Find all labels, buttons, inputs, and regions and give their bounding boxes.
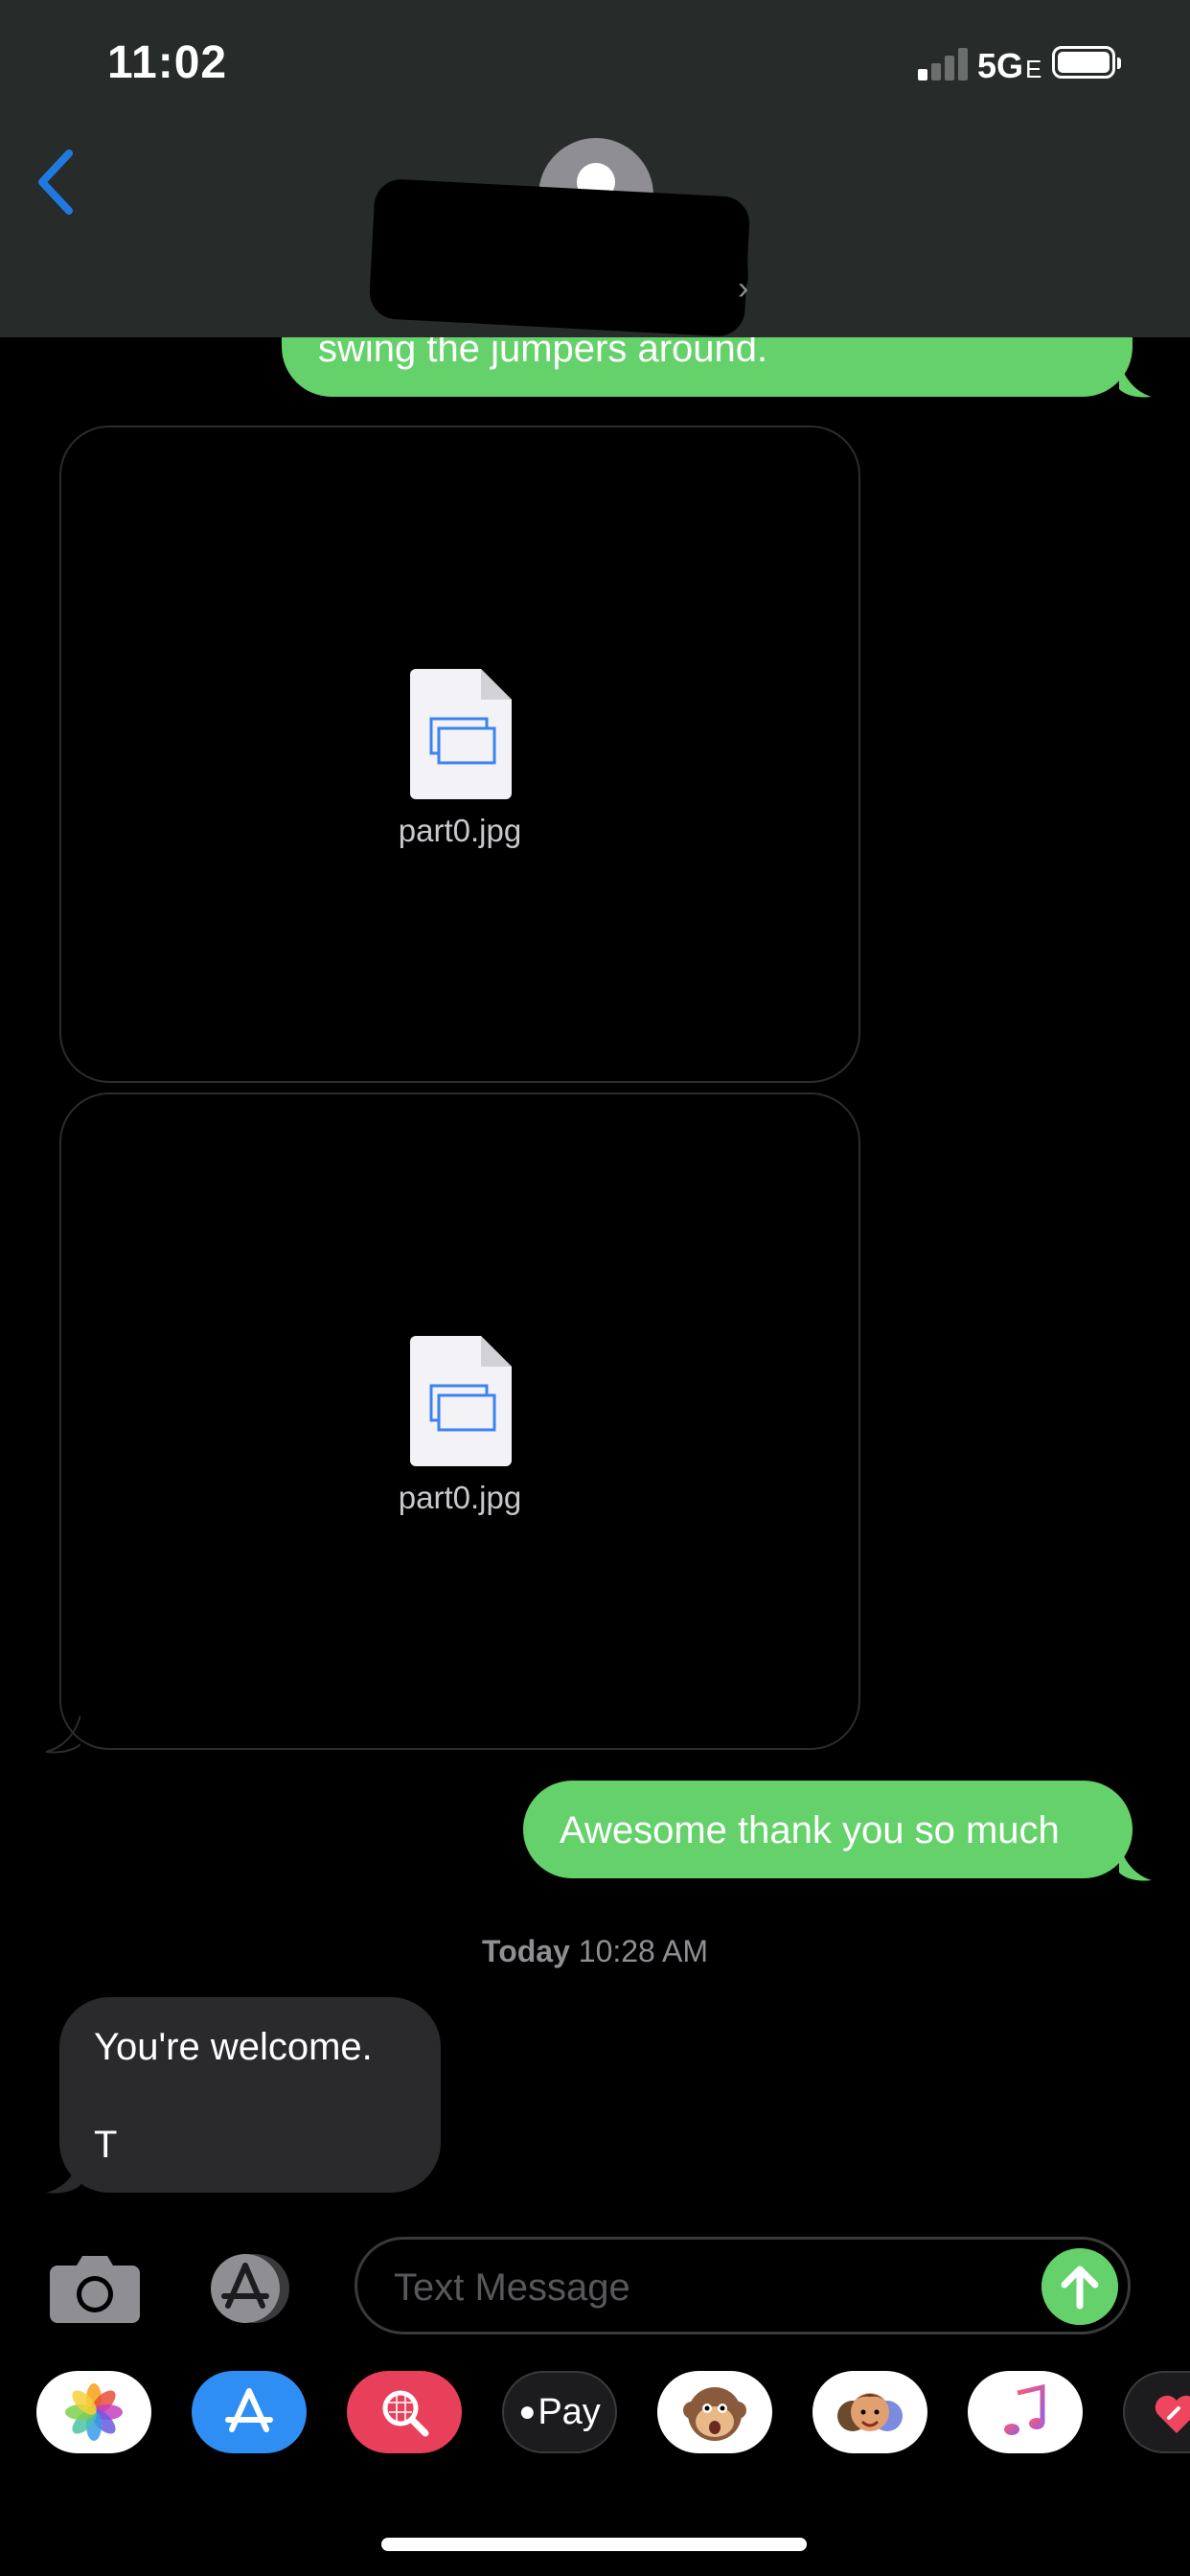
photos-app-icon[interactable] — [36, 2371, 151, 2453]
image-file-icon — [410, 1336, 512, 1466]
conversation-header: 11:02 5GE › — [0, 0, 1190, 338]
received-message-bubble[interactable]: You're welcome. T — [59, 1997, 441, 2193]
app-store-icon[interactable] — [201, 2252, 303, 2325]
bubble-tail — [1119, 360, 1152, 398]
bubble-tail — [45, 1715, 80, 1754]
attachment-file-name: part0.jpg — [398, 1480, 522, 1515]
message-input-placeholder: Text Message — [394, 2266, 630, 2309]
digital-touch-app-icon[interactable] — [1123, 2371, 1190, 2453]
message-timestamp: Today 10:28 AM — [0, 1934, 1190, 1969]
attachment-file-name: part0.jpg — [398, 813, 522, 848]
network-suffix: E — [1025, 55, 1042, 83]
network-label: 5G — [977, 46, 1024, 85]
timestamp-time: 10:28 AM — [578, 1934, 708, 1968]
image-attachment[interactable]: part0.jpg — [59, 426, 860, 1083]
memoji-app-icon[interactable] — [812, 2371, 927, 2453]
status-time: 11:02 — [107, 37, 228, 88]
chevron-right-icon[interactable]: › — [738, 270, 748, 308]
message-text: T — [94, 2124, 118, 2166]
home-indicator[interactable] — [381, 2538, 807, 2551]
apple-pay-app-icon[interactable]: ● Pay — [502, 2371, 617, 2453]
bubble-tail — [46, 2156, 80, 2194]
sent-message-bubble[interactable]: Awesome thank you so much — [523, 1781, 1133, 1878]
message-input[interactable]: Text Message — [355, 2237, 1131, 2334]
redacted-contact-name-overlay — [391, 198, 749, 317]
image-attachment[interactable]: part0.jpg — [59, 1092, 860, 1750]
send-arrow-icon[interactable] — [1041, 2248, 1118, 2325]
camera-icon[interactable] — [50, 2254, 140, 2323]
network-indicator: 5GE — [977, 46, 1041, 86]
bubble-tail — [1119, 1844, 1152, 1881]
image-search-app-icon[interactable] — [347, 2371, 462, 2453]
app-store-app-icon[interactable] — [192, 2371, 307, 2453]
music-app-icon[interactable] — [968, 2371, 1083, 2453]
chevron-left-icon[interactable] — [29, 144, 86, 220]
image-file-icon — [410, 669, 512, 799]
message-text: Awesome thank you so much — [560, 1809, 1060, 1852]
apple-pay-label: Pay — [538, 2391, 601, 2432]
timestamp-day: Today — [482, 1934, 570, 1968]
signal-strength-icon — [918, 46, 972, 80]
message-text: You're welcome. — [94, 2026, 373, 2068]
animoji-monkey-app-icon[interactable] — [657, 2371, 772, 2453]
battery-icon — [1052, 46, 1121, 79]
